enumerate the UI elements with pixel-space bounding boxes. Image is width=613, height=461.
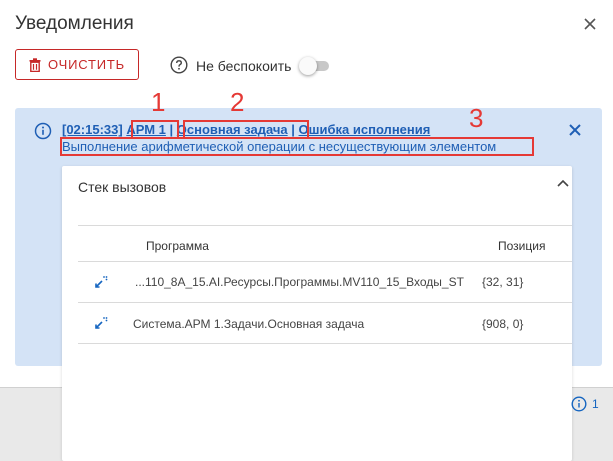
info-icon [34, 122, 52, 140]
separator: | [169, 122, 174, 137]
task-link[interactable]: Основная задача [177, 122, 288, 137]
go-to-source-icon[interactable] [93, 274, 109, 290]
workstation-link[interactable]: АРМ 1 [126, 122, 166, 137]
column-header-position: Позиция [498, 239, 546, 253]
clear-button[interactable]: ОЧИСТИТЬ [15, 49, 139, 80]
annotation-number-1: 1 [151, 87, 166, 117]
notification-time[interactable]: [02:15:33] [62, 122, 123, 137]
column-header-program: Программа [146, 239, 209, 253]
call-stack-table: Программа Позиция ...110_8A_15.AI.Ресурс… [78, 225, 572, 344]
program-cell: ...110_8A_15.AI.Ресурсы.Программы.MV110_… [135, 275, 464, 289]
program-cell: Система.АРМ 1.Задачи.Основная задача [133, 317, 365, 331]
table-header: Программа Позиция [78, 226, 572, 262]
do-not-disturb-label: Не беспокоить [196, 58, 292, 74]
chevron-up-icon[interactable] [556, 176, 570, 190]
annotation-number-3: 3 [469, 103, 484, 133]
info-icon[interactable] [571, 396, 587, 412]
toggle-thumb [299, 57, 317, 75]
position-cell: {32, 31} [482, 275, 524, 289]
notification-card: [02:15:33] АРМ 1 | Основная задача | Оши… [15, 87, 602, 461]
help-circle-icon [170, 56, 188, 74]
notifications-panel: Уведомления ОЧИСТИТЬ Не беспокоить [02:1… [0, 0, 613, 461]
table-row[interactable]: Система.АРМ 1.Задачи.Основная задача {90… [78, 303, 572, 344]
table-row[interactable]: ...110_8A_15.AI.Ресурсы.Программы.MV110_… [78, 262, 572, 303]
go-to-source-icon[interactable] [93, 315, 109, 331]
position-cell: {908, 0} [482, 317, 524, 331]
clear-button-label: ОЧИСТИТЬ [48, 57, 125, 72]
notification-message: Выполнение арифметической операции с нес… [62, 139, 497, 154]
panel-title: Уведомления [15, 13, 134, 34]
notification-header: [02:15:33] АРМ 1 | Основная задача | Оши… [62, 122, 430, 137]
call-stack-panel: Стек вызовов Программа Позиция ...110_8A… [62, 166, 572, 461]
dismiss-notification-icon[interactable] [567, 122, 583, 138]
annotation-number-2: 2 [230, 87, 245, 117]
close-icon[interactable] [580, 14, 600, 34]
do-not-disturb-toggle[interactable] [299, 57, 331, 75]
call-stack-title: Стек вызовов [78, 179, 167, 195]
notification-count: 1 [592, 397, 599, 411]
error-type-link[interactable]: Ошибка исполнения [299, 122, 431, 137]
separator: | [291, 122, 295, 137]
trash-icon [29, 57, 41, 72]
